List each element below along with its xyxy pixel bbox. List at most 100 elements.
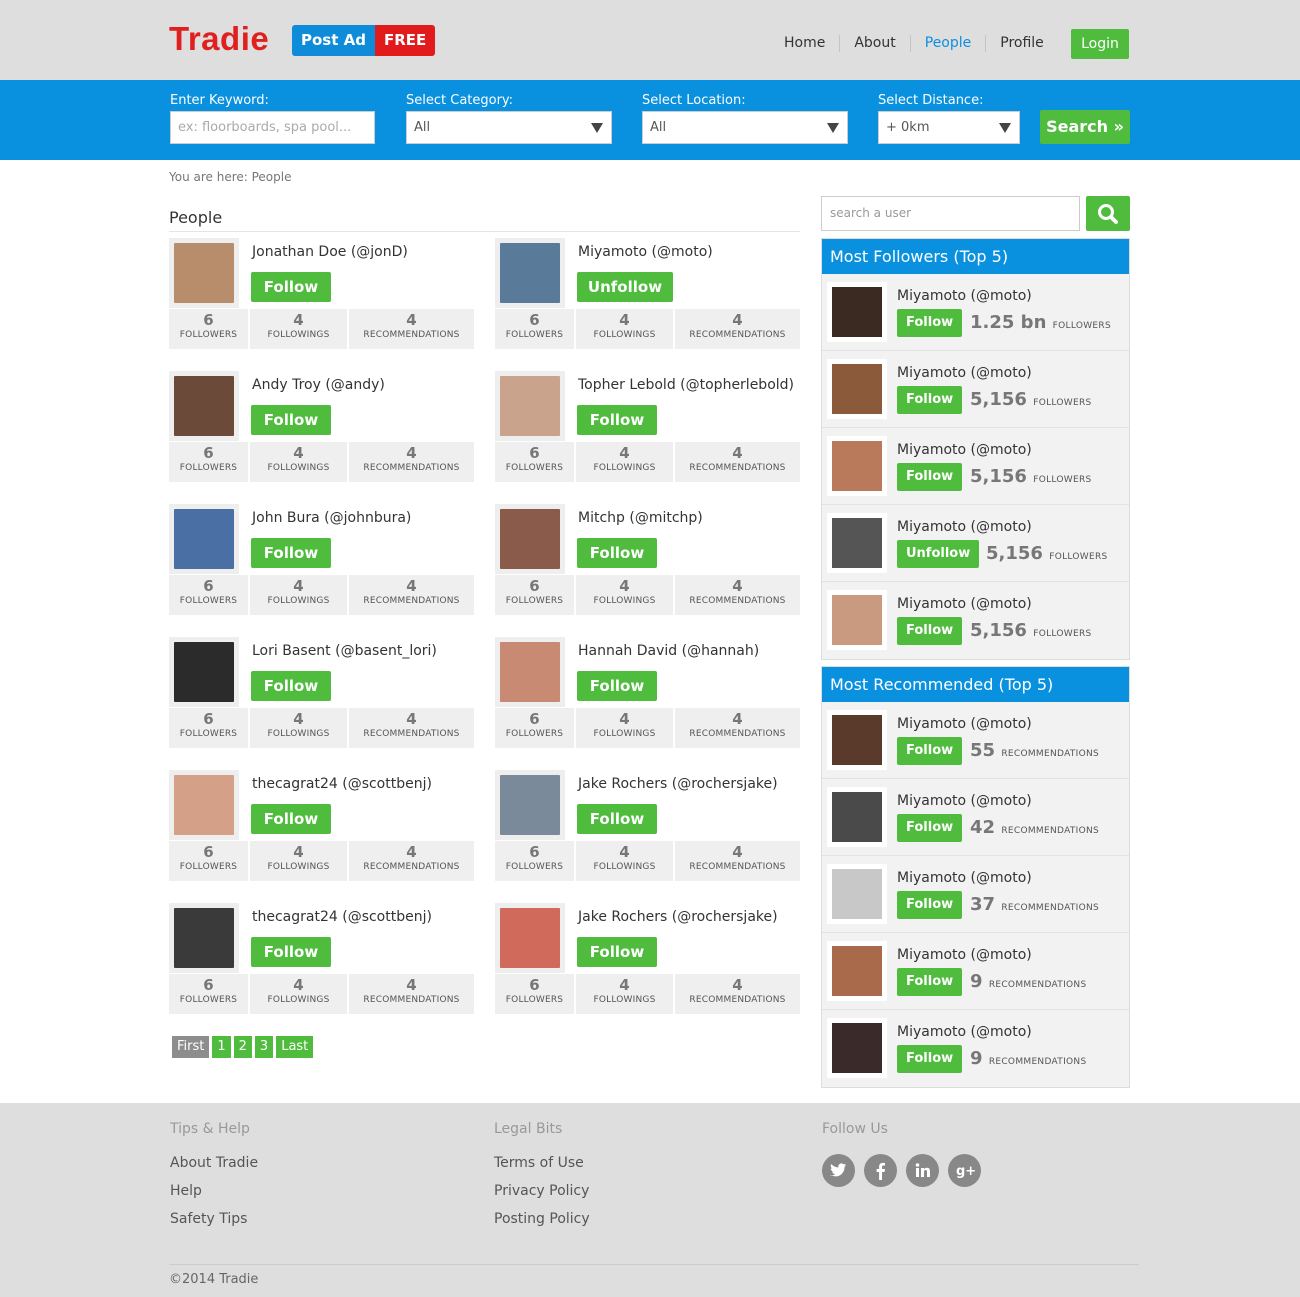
followers-stat: 6 FOLLOWERS <box>495 309 574 349</box>
avatar[interactable] <box>827 513 887 573</box>
user-search-button[interactable] <box>1086 196 1130 231</box>
follow-button[interactable]: Unfollow <box>897 540 980 568</box>
follow-button[interactable]: Follow <box>251 272 331 302</box>
nav-profile[interactable]: Profile <box>986 35 1058 52</box>
user-name[interactable]: Miyamoto (@moto) <box>897 870 1032 886</box>
nav-people[interactable]: People <box>911 35 987 52</box>
user-name[interactable]: Miyamoto (@moto) <box>897 596 1032 612</box>
page-2[interactable]: 2 <box>233 1036 252 1058</box>
person-name[interactable]: John Bura (@johnbura) <box>252 510 411 526</box>
post-ad-button[interactable]: Post Ad FREE <box>292 25 436 56</box>
keyword-input[interactable]: ex: floorboards, spa pool... <box>170 111 375 144</box>
page-1[interactable]: 1 <box>212 1036 231 1058</box>
user-name[interactable]: Miyamoto (@moto) <box>897 1024 1032 1040</box>
user-name[interactable]: Miyamoto (@moto) <box>897 365 1032 381</box>
google-plus-icon[interactable]: g+ <box>948 1154 981 1187</box>
logo[interactable]: Tradie <box>169 20 269 58</box>
page-3[interactable]: 3 <box>254 1036 274 1058</box>
footer-link-safety[interactable]: Safety Tips <box>170 1211 247 1227</box>
avatar[interactable] <box>169 637 239 707</box>
follow-button[interactable]: Follow <box>897 968 963 996</box>
page-last[interactable]: Last <box>276 1036 314 1058</box>
avatar[interactable] <box>827 864 887 924</box>
person-name[interactable]: Jonathan Doe (@jonD) <box>252 244 408 260</box>
follow-button[interactable]: Follow <box>251 405 331 435</box>
followings-label: FOLLOWINGS <box>593 729 656 739</box>
avatar[interactable] <box>495 371 565 441</box>
avatar[interactable] <box>827 1018 887 1078</box>
follow-button[interactable]: Follow <box>897 891 963 919</box>
user-name[interactable]: Miyamoto (@moto) <box>897 716 1032 732</box>
person-name[interactable]: Mitchp (@mitchp) <box>578 510 703 526</box>
facebook-icon[interactable] <box>864 1154 897 1187</box>
follow-button[interactable]: Follow <box>577 937 657 967</box>
person-name[interactable]: Andy Troy (@andy) <box>252 377 385 393</box>
follow-button[interactable]: Follow <box>577 405 657 435</box>
user-name[interactable]: Miyamoto (@moto) <box>897 519 1032 535</box>
avatar[interactable] <box>827 359 887 419</box>
user-search-input[interactable]: search a user <box>821 196 1080 231</box>
footer-link-posting[interactable]: Posting Policy <box>494 1211 590 1227</box>
twitter-icon[interactable] <box>822 1154 855 1187</box>
person-name[interactable]: Jake Rochers (@rochersjake) <box>578 909 778 925</box>
follow-button[interactable]: Follow <box>251 538 331 568</box>
followers-count: 6 <box>203 577 214 595</box>
nav-about[interactable]: About <box>840 35 911 52</box>
linkedin-icon[interactable] <box>906 1154 939 1187</box>
avatar[interactable] <box>169 238 239 308</box>
person-name[interactable]: Jake Rochers (@rochersjake) <box>578 776 778 792</box>
search-button[interactable]: Search » <box>1040 110 1130 144</box>
avatar[interactable] <box>169 770 239 840</box>
avatar[interactable] <box>827 436 887 496</box>
follow-button[interactable]: Follow <box>577 804 657 834</box>
login-button[interactable]: Login <box>1071 29 1129 59</box>
follow-button[interactable]: Follow <box>251 804 331 834</box>
user-name[interactable]: Miyamoto (@moto) <box>897 793 1032 809</box>
footer-link-about[interactable]: About Tradie <box>170 1155 258 1171</box>
avatar[interactable] <box>169 504 239 574</box>
distance-select[interactable]: + 0km <box>878 111 1020 144</box>
follow-button[interactable]: Follow <box>897 814 963 842</box>
category-select[interactable]: All <box>406 111 612 144</box>
avatar[interactable] <box>495 637 565 707</box>
avatar[interactable] <box>827 941 887 1001</box>
location-select[interactable]: All <box>642 111 848 144</box>
followers-count: 6 <box>529 444 540 462</box>
avatar[interactable] <box>495 903 565 973</box>
nav-home[interactable]: Home <box>770 35 841 52</box>
person-name[interactable]: Miyamoto (@moto) <box>578 244 713 260</box>
recommendations-count: 4 <box>732 843 743 861</box>
page-first[interactable]: First <box>172 1036 210 1058</box>
follow-button[interactable]: Follow <box>251 937 331 967</box>
avatar[interactable] <box>495 238 565 308</box>
person-name[interactable]: Hannah David (@hannah) <box>578 643 759 659</box>
user-name[interactable]: Miyamoto (@moto) <box>897 442 1032 458</box>
follow-button[interactable]: Follow <box>577 671 657 701</box>
footer-link-privacy[interactable]: Privacy Policy <box>494 1183 589 1199</box>
user-name[interactable]: Miyamoto (@moto) <box>897 288 1032 304</box>
follow-button[interactable]: Follow <box>897 737 963 765</box>
follow-button[interactable]: Unfollow <box>577 272 673 302</box>
person-name[interactable]: thecagrat24 (@scottbenj) <box>252 776 432 792</box>
follow-button[interactable]: Follow <box>897 617 963 645</box>
follow-button[interactable]: Follow <box>577 538 657 568</box>
follow-button[interactable]: Follow <box>897 309 963 337</box>
person-name[interactable]: thecagrat24 (@scottbenj) <box>252 909 432 925</box>
follow-button[interactable]: Follow <box>251 671 331 701</box>
footer-link-help[interactable]: Help <box>170 1183 202 1199</box>
avatar[interactable] <box>495 504 565 574</box>
avatar[interactable] <box>827 590 887 650</box>
follow-button[interactable]: Follow <box>897 463 963 491</box>
follow-button[interactable]: Follow <box>897 386 963 414</box>
avatar[interactable] <box>169 903 239 973</box>
avatar[interactable] <box>169 371 239 441</box>
avatar[interactable] <box>827 710 887 770</box>
avatar[interactable] <box>827 282 887 342</box>
footer-link-terms[interactable]: Terms of Use <box>494 1155 584 1171</box>
person-name[interactable]: Lori Basent (@basent_lori) <box>252 643 437 659</box>
follow-button[interactable]: Follow <box>897 1045 963 1073</box>
user-name[interactable]: Miyamoto (@moto) <box>897 947 1032 963</box>
avatar[interactable] <box>827 787 887 847</box>
avatar[interactable] <box>495 770 565 840</box>
person-name[interactable]: Topher Lebold (@topherlebold) <box>578 377 794 393</box>
